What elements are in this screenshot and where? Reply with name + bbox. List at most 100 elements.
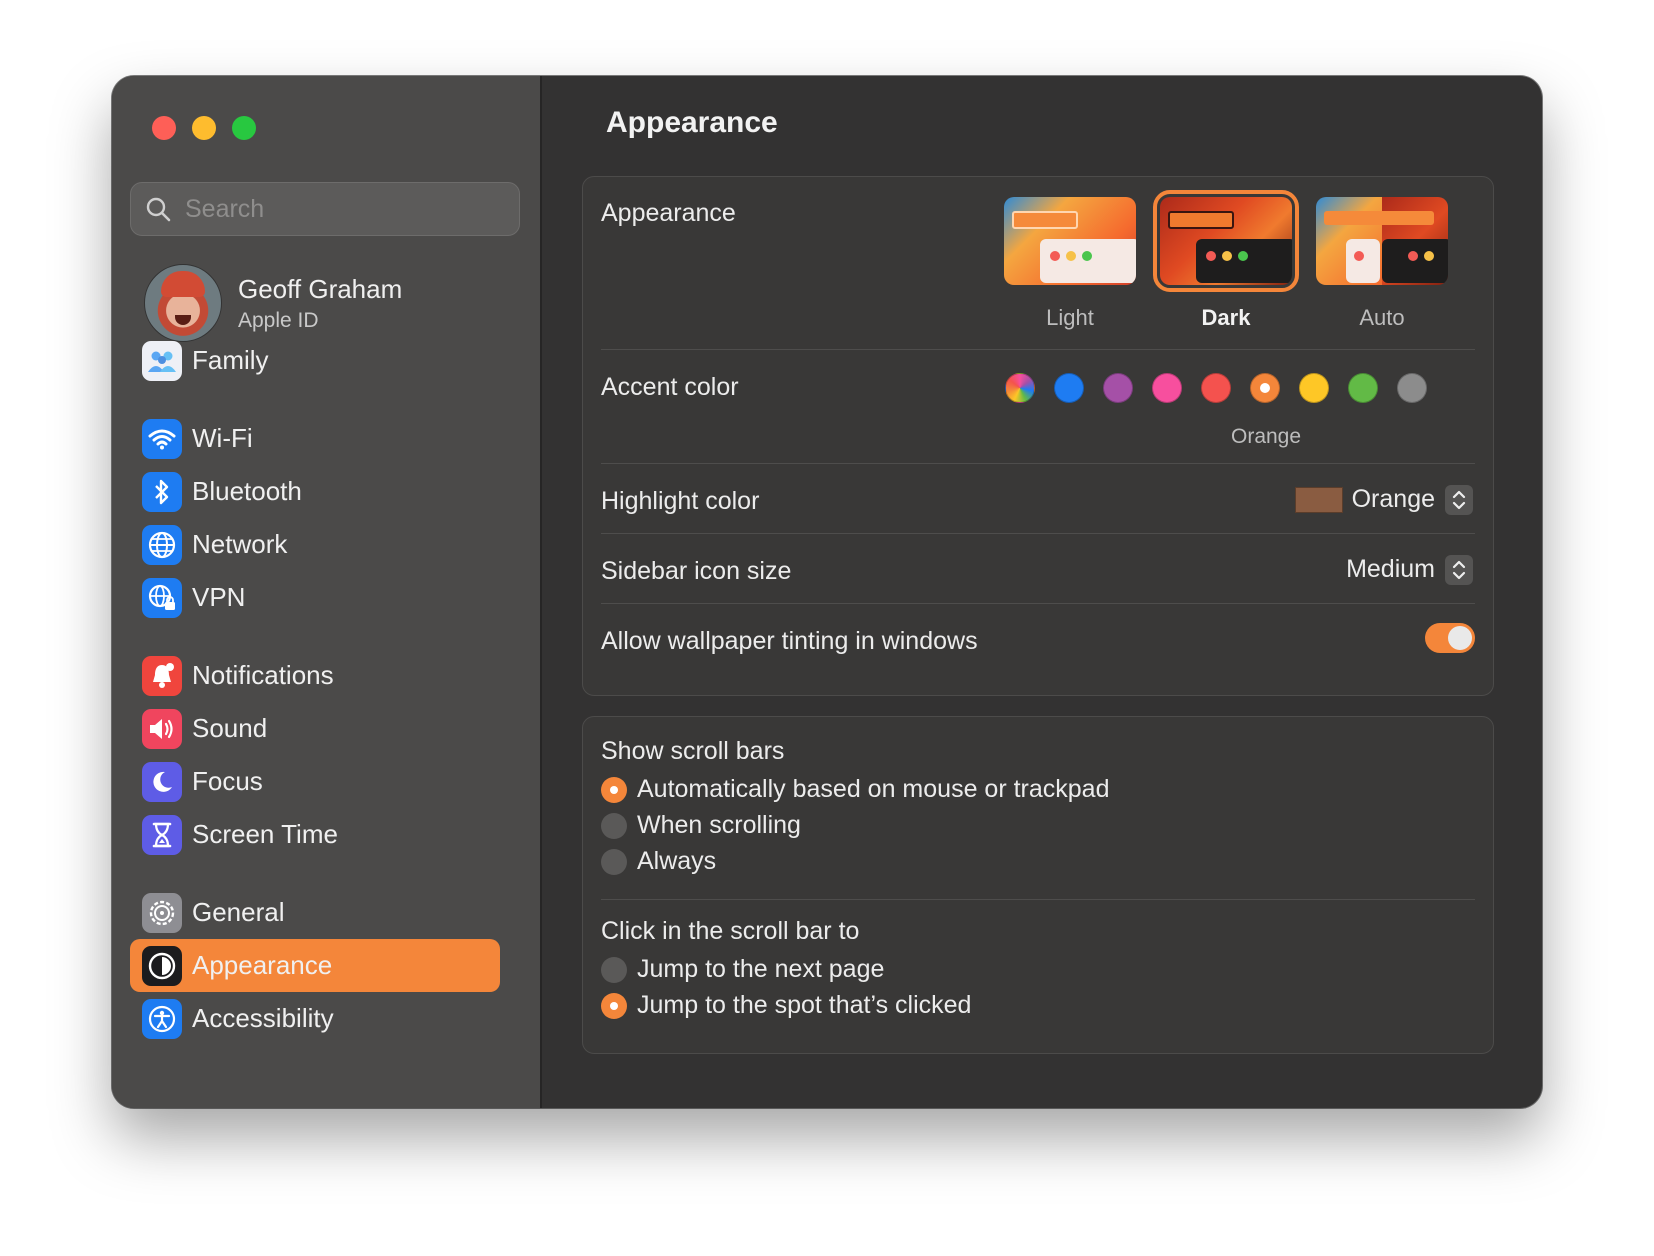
- sidebar-item-screen-time[interactable]: Screen Time: [130, 808, 500, 861]
- sidebar-icon-size-popup[interactable]: Medium: [1346, 555, 1435, 584]
- divider: [601, 899, 1475, 900]
- settings-window: Geoff Graham Apple ID Family Wi-Fi Bluet…: [112, 76, 1542, 1108]
- family-icon: [142, 340, 182, 381]
- divider: [601, 533, 1475, 534]
- radio-button[interactable]: [601, 992, 627, 1019]
- bluetooth-icon: [142, 471, 182, 512]
- sidebar-item-network[interactable]: Network: [130, 518, 500, 571]
- sidebar-item-label: Notifications: [192, 660, 334, 690]
- wifi-icon: [142, 418, 182, 459]
- accent-orange-swatch[interactable]: [1250, 373, 1280, 403]
- accent-pink-swatch[interactable]: [1152, 373, 1182, 403]
- radio-label: Jump to the spot that’s clicked: [637, 991, 972, 1019]
- sidebar-item-label: Network: [192, 529, 288, 559]
- bell-icon: [142, 655, 182, 696]
- sidebar-icon-size-label: Sidebar icon size: [601, 557, 792, 585]
- search-input[interactable]: [183, 193, 507, 225]
- radio-label: Jump to the next page: [637, 955, 885, 983]
- highlight-color-sample: [1295, 487, 1343, 513]
- theme-dark-label: Dark: [1201, 305, 1251, 330]
- gear-icon: [142, 892, 182, 933]
- up-down-chevron-icon: [1452, 490, 1466, 510]
- radio-button[interactable]: [601, 776, 627, 803]
- theme-dark-option[interactable]: Dark: [1151, 190, 1301, 331]
- highlight-color-stepper[interactable]: [1445, 485, 1473, 515]
- sidebar-item-general[interactable]: General: [130, 886, 500, 939]
- radio-label: Automatically based on mouse or trackpad: [637, 775, 1110, 803]
- accent-multicolor-swatch[interactable]: [1005, 373, 1035, 403]
- accessibility-icon: [142, 998, 182, 1039]
- highlight-color-label: Highlight color: [601, 487, 760, 515]
- theme-light-label: Light: [1046, 305, 1094, 330]
- click-scroll-next-page-option[interactable]: Jump to the next page: [601, 955, 884, 984]
- page-title: Appearance: [606, 106, 778, 139]
- theme-auto-option[interactable]: Auto: [1307, 197, 1457, 331]
- sidebar-icon-size-stepper[interactable]: [1445, 555, 1473, 585]
- sidebar-item-bluetooth[interactable]: Bluetooth: [130, 465, 500, 518]
- sidebar-item-label: Accessibility: [192, 1003, 334, 1033]
- radio-label: Always: [637, 847, 717, 875]
- accent-red-swatch[interactable]: [1201, 373, 1231, 403]
- minimize-window-button[interactable]: [192, 116, 216, 140]
- scroll-bars-automatic-option[interactable]: Automatically based on mouse or trackpad: [601, 775, 1109, 804]
- appearance-card: Appearance Light Dark Auto Accent color …: [582, 176, 1494, 696]
- sidebar-item-family[interactable]: Family: [130, 334, 500, 387]
- sidebar-item-sound[interactable]: Sound: [130, 702, 500, 755]
- sidebar-item-label: Wi-Fi: [192, 423, 253, 453]
- wallpaper-tinting-label: Allow wallpaper tinting in windows: [601, 627, 978, 655]
- hourglass-icon: [142, 814, 182, 855]
- radio-label: When scrolling: [637, 811, 801, 839]
- moon-icon: [142, 761, 182, 802]
- sidebar-item-vpn[interactable]: VPN: [130, 571, 500, 624]
- scroll-bars-when-scrolling-option[interactable]: When scrolling: [601, 811, 801, 840]
- radio-button[interactable]: [601, 956, 627, 983]
- search-icon: [146, 197, 171, 222]
- main-pane: Appearance Appearance Light Dark Auto Ac…: [542, 76, 1542, 1108]
- theme-light-option[interactable]: Light: [995, 197, 1145, 331]
- divider: [601, 349, 1475, 350]
- scroll-bars-card: Show scroll bars Automatically based on …: [582, 716, 1494, 1054]
- sidebar-item-accessibility[interactable]: Accessibility: [130, 992, 500, 1045]
- accent-blue-swatch[interactable]: [1054, 373, 1084, 403]
- accent-purple-swatch[interactable]: [1103, 373, 1133, 403]
- appearance-label: Appearance: [601, 199, 736, 227]
- sidebar: Geoff Graham Apple ID Family Wi-Fi Bluet…: [112, 76, 542, 1108]
- up-down-chevron-icon: [1452, 560, 1466, 580]
- click-scroll-bar-label: Click in the scroll bar to: [601, 917, 860, 945]
- profile-name: Geoff Graham: [238, 273, 403, 304]
- show-scroll-bars-label: Show scroll bars: [601, 737, 785, 765]
- scroll-bars-always-option[interactable]: Always: [601, 847, 716, 876]
- radio-button[interactable]: [601, 848, 627, 875]
- sidebar-item-label: VPN: [192, 582, 246, 612]
- sidebar-item-focus[interactable]: Focus: [130, 755, 500, 808]
- theme-auto-thumbnail: [1316, 197, 1448, 285]
- sidebar-item-wifi[interactable]: Wi-Fi: [130, 412, 500, 465]
- profile-subtitle: Apple ID: [238, 308, 319, 332]
- theme-auto-label: Auto: [1359, 305, 1405, 330]
- sidebar-item-label: Sound: [192, 713, 268, 743]
- globe-icon: [142, 524, 182, 565]
- zoom-window-button[interactable]: [232, 116, 256, 140]
- accent-color-label: Accent color: [601, 373, 739, 401]
- close-window-button[interactable]: [152, 116, 176, 140]
- theme-dark-thumbnail: [1153, 190, 1299, 292]
- sidebar-item-label: General: [192, 897, 285, 927]
- accent-yellow-swatch[interactable]: [1299, 373, 1329, 403]
- search-field[interactable]: [130, 182, 520, 236]
- sidebar-item-notifications[interactable]: Notifications: [130, 649, 500, 702]
- apple-id-profile[interactable]: Geoff Graham Apple ID: [144, 264, 402, 342]
- wallpaper-tinting-toggle[interactable]: [1425, 623, 1475, 653]
- click-scroll-spot-option[interactable]: Jump to the spot that’s clicked: [601, 991, 971, 1020]
- accent-green-swatch[interactable]: [1348, 373, 1378, 403]
- sidebar-item-label: Appearance: [192, 950, 333, 980]
- radio-button[interactable]: [601, 812, 627, 839]
- vpn-globe-icon: [142, 577, 182, 618]
- accent-selected-name: Orange: [1231, 425, 1302, 448]
- divider: [601, 603, 1475, 604]
- avatar: [144, 264, 222, 342]
- highlight-color-popup[interactable]: Orange: [1352, 485, 1435, 514]
- accent-color-swatches: [1005, 373, 1427, 403]
- accent-graphite-swatch[interactable]: [1397, 373, 1427, 403]
- window-controls: [152, 116, 256, 140]
- sidebar-item-appearance[interactable]: Appearance: [130, 939, 500, 992]
